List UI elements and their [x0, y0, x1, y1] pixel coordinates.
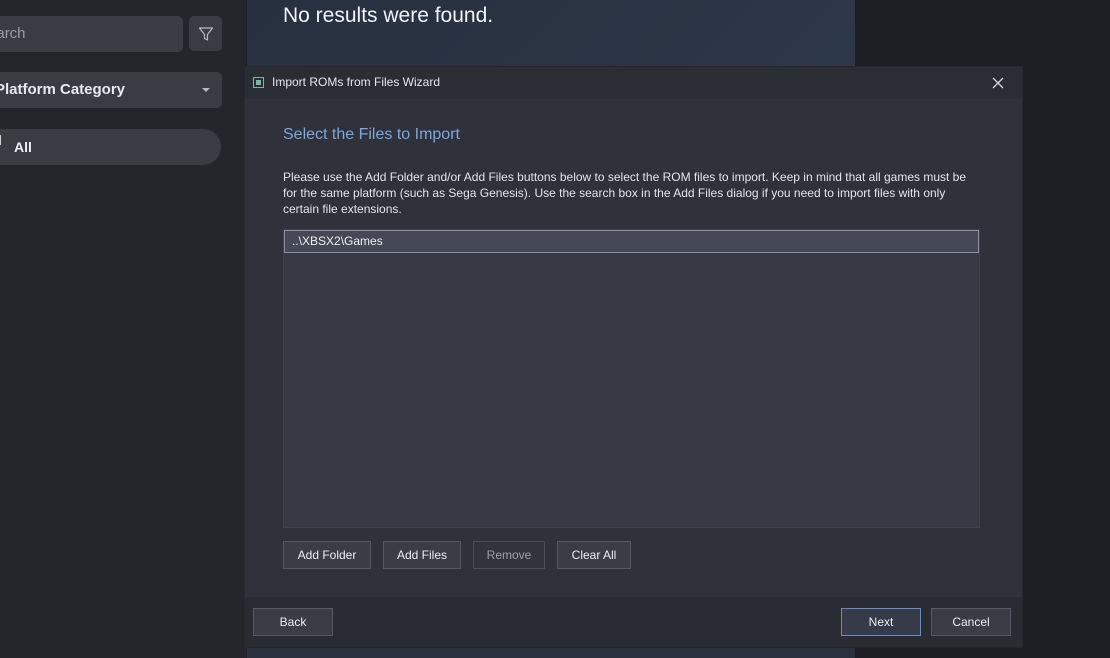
dialog-titlebar: Import ROMs from Files Wizard: [245, 67, 1022, 99]
content-background-strip: [247, 647, 855, 658]
list-item[interactable]: ..\XBSX2\Games: [284, 230, 979, 253]
remove-button[interactable]: Remove: [473, 541, 545, 569]
app-icon: [253, 77, 264, 88]
close-button[interactable]: [988, 73, 1008, 93]
import-wizard-dialog: Import ROMs from Files Wizard Select the…: [245, 67, 1022, 647]
no-results-message: No results were found.: [283, 4, 494, 27]
clear-all-button[interactable]: Clear All: [557, 541, 631, 569]
app-window: Search Platform Category All No results …: [0, 0, 1110, 658]
sidebar-item-all[interactable]: All: [0, 129, 221, 165]
search-input[interactable]: Search: [0, 16, 183, 52]
filter-button[interactable]: [189, 16, 222, 51]
page-heading: Select the Files to Import: [283, 126, 460, 143]
sidebar-item-label: All: [14, 139, 32, 155]
cancel-button[interactable]: Cancel: [931, 608, 1011, 636]
filter-icon: [198, 26, 213, 41]
add-folder-button[interactable]: Add Folder: [283, 541, 371, 569]
chevron-down-icon: [201, 72, 211, 108]
add-files-button[interactable]: Add Files: [383, 541, 461, 569]
back-button[interactable]: Back: [253, 608, 333, 636]
platform-category-label: Platform Category: [0, 81, 126, 98]
dialog-title: Import ROMs from Files Wizard: [272, 75, 441, 89]
search-input-text: Search: [0, 25, 26, 42]
next-button[interactable]: Next: [841, 608, 921, 636]
sidebar: Search Platform Category All: [0, 0, 246, 658]
platform-category-select[interactable]: Platform Category: [0, 72, 222, 108]
instructions-text: Please use the Add Folder and/or Add Fil…: [283, 170, 967, 216]
platform-icon: [0, 135, 1, 145]
file-list[interactable]: ..\XBSX2\Games: [283, 229, 980, 528]
close-icon: [992, 77, 1004, 89]
